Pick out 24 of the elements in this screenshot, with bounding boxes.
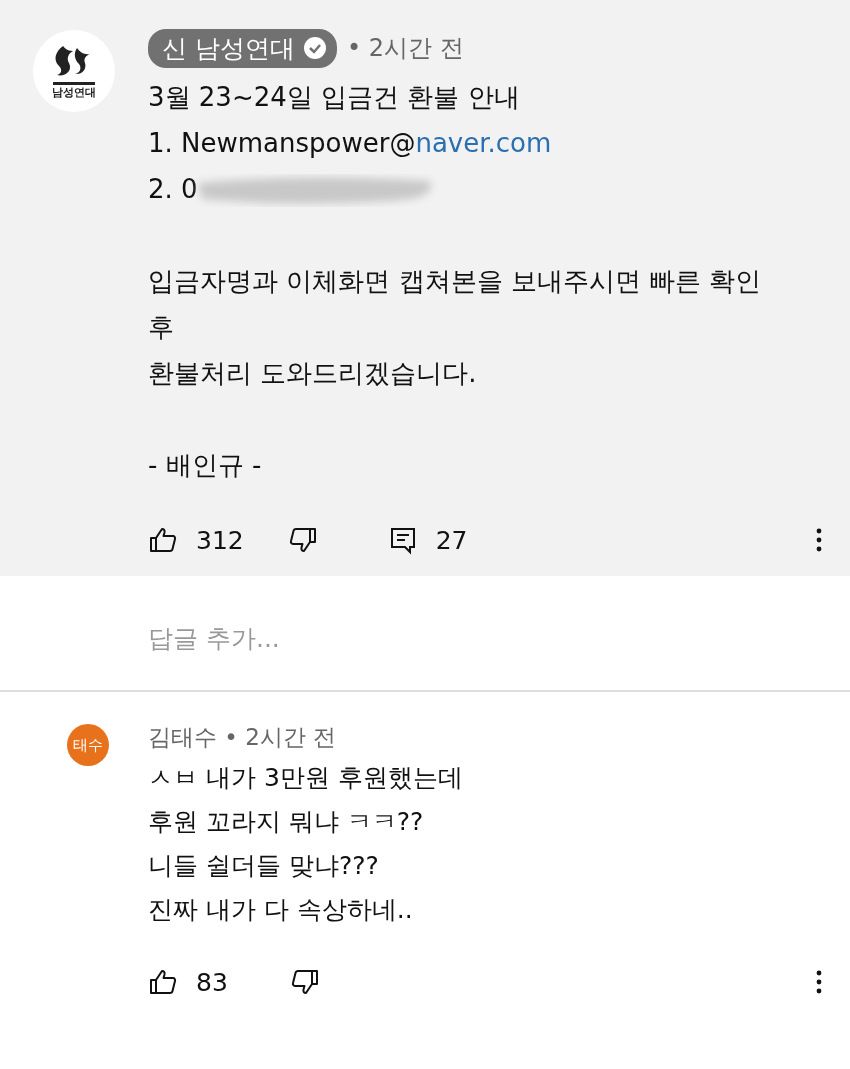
comment-text: 3월 23~24일 입금건 환불 안내	[148, 82, 520, 112]
comment-text: 후	[148, 312, 174, 342]
comment-text: 1. Newmanspower@naver.com	[148, 128, 552, 158]
comment-author: 김태수 • 2시간 전	[148, 723, 338, 752]
thumbs-up-icon[interactable]	[148, 525, 178, 555]
comment-text: 니들 쉴더들 맞냐???	[148, 850, 380, 882]
comment-text: 환불처리 도와드리겠습니다.	[148, 358, 477, 388]
comment-text: 진짜 내가 다 속상하네..	[148, 894, 414, 926]
channel-logo[interactable]: 남성연대	[33, 30, 115, 112]
email-link[interactable]: naver.com	[415, 128, 552, 158]
like-count: 312	[196, 525, 244, 555]
thumbs-down-icon[interactable]	[289, 967, 320, 997]
comment-time: • 2시간 전	[346, 33, 464, 64]
thumbs-down-icon[interactable]	[287, 525, 318, 555]
thumbs-up-icon[interactable]	[148, 967, 178, 997]
comment-text: 2. 0	[148, 173, 198, 206]
author-badge[interactable]: 신 남성연대	[148, 28, 337, 68]
comment-text: 후원 꼬라지 뭐냐 ㅋㅋ??	[148, 806, 425, 838]
reply-count: 27	[435, 525, 468, 555]
user-avatar[interactable]: 태수	[67, 724, 109, 766]
like-count: 83	[196, 967, 228, 997]
comment-text: ㅅㅂ 내가 3만원 후원했는데	[148, 762, 464, 794]
comment-text: 입금자명과 이체화면 캡쳐본을 보내주시면 빠른 확인	[148, 266, 762, 296]
comment-text: - 배인규 -	[148, 450, 262, 480]
